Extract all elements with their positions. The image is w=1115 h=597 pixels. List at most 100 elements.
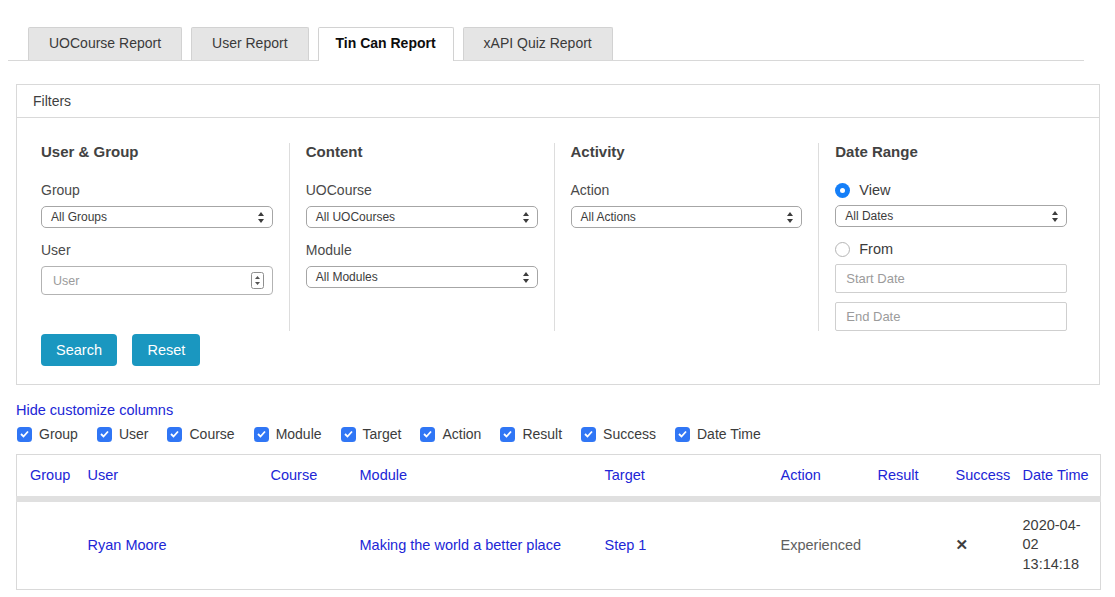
filters-actions: Search Reset (17, 331, 1099, 384)
column-toggle-result[interactable]: Result (500, 426, 562, 442)
filter-section-user-group: User & Group Group All Groups User User (33, 143, 289, 331)
tab-xapi-quiz-report[interactable]: xAPI Quiz Report (463, 27, 613, 60)
checkbox-checked-icon[interactable] (581, 427, 596, 442)
checkbox-checked-icon[interactable] (420, 427, 435, 442)
search-button[interactable]: Search (41, 334, 117, 366)
column-toggle-date-time[interactable]: Date Time (675, 426, 761, 442)
checkbox-checked-icon[interactable] (17, 427, 32, 442)
select-updown-icon (786, 211, 794, 227)
combo-stepper-icon (251, 272, 264, 292)
column-toggle-label: Date Time (697, 426, 761, 442)
start-date-input[interactable]: Start Date (835, 264, 1067, 293)
tab-tin-can-report[interactable]: Tin Can Report (318, 27, 454, 61)
group-select-value: All Groups (51, 210, 107, 224)
column-toggle-label: Target (363, 426, 402, 442)
group-select[interactable]: All Groups (41, 206, 273, 228)
column-toggle-group[interactable]: Group (17, 426, 78, 442)
uocourse-label: UOCourse (306, 182, 538, 199)
columns-toggle-row: Group User Course Module Target Action R… (17, 426, 1115, 442)
cell-module-link[interactable]: Making the world a better place (352, 499, 597, 589)
select-updown-icon (1051, 210, 1059, 226)
column-toggle-module[interactable]: Module (254, 426, 322, 442)
checkbox-checked-icon[interactable] (167, 427, 182, 442)
cell-target-link[interactable]: Step 1 (597, 499, 773, 589)
dates-select[interactable]: All Dates (835, 205, 1067, 227)
user-input[interactable]: User (41, 266, 273, 295)
checkbox-checked-icon[interactable] (500, 427, 515, 442)
checkbox-checked-icon[interactable] (97, 427, 112, 442)
column-toggle-label: Course (189, 426, 234, 442)
action-select[interactable]: All Actions (571, 206, 803, 228)
table-header-row: Group User Course Module Target Action R… (17, 455, 1101, 500)
reset-button[interactable]: Reset (132, 334, 200, 366)
end-date-placeholder: End Date (846, 309, 900, 324)
select-updown-icon (522, 271, 530, 287)
filters-body: User & Group Group All Groups User User … (17, 118, 1099, 331)
user-label: User (41, 242, 273, 259)
column-toggle-label: Group (39, 426, 78, 442)
col-header-date-time[interactable]: Date Time (1015, 455, 1101, 500)
group-label: Group (41, 182, 273, 199)
uocourse-select-value: All UOCourses (316, 210, 395, 224)
tab-user-report[interactable]: User Report (191, 27, 308, 60)
tab-uocourse-report[interactable]: UOCourse Report (28, 27, 182, 60)
checkbox-checked-icon[interactable] (675, 427, 690, 442)
checkbox-checked-icon[interactable] (254, 427, 269, 442)
column-toggle-label: User (119, 426, 149, 442)
filters-panel: Filters User & Group Group All Groups Us… (16, 84, 1100, 385)
end-date-input[interactable]: End Date (835, 302, 1067, 331)
filter-section-date-range: Date Range View All Dates From Start Dat… (818, 143, 1083, 331)
module-select-value: All Modules (316, 270, 378, 284)
cell-group (17, 499, 80, 589)
col-header-result[interactable]: Result (870, 455, 948, 500)
column-toggle-action[interactable]: Action (420, 426, 481, 442)
cell-user-link[interactable]: Ryan Moore (80, 499, 263, 589)
report-tabs: UOCourse Report User Report Tin Can Repo… (8, 27, 1084, 61)
col-header-success[interactable]: Success (948, 455, 1015, 500)
col-header-course[interactable]: Course (263, 455, 352, 500)
hide-customize-columns-link[interactable]: Hide customize columns (16, 403, 173, 418)
action-label: Action (571, 182, 803, 199)
cell-action: Experienced (773, 499, 870, 589)
select-updown-icon (257, 211, 265, 227)
col-header-module[interactable]: Module (352, 455, 597, 500)
column-toggle-course[interactable]: Course (167, 426, 234, 442)
column-toggle-label: Success (603, 426, 656, 442)
module-label: Module (306, 242, 538, 259)
from-radio-label: From (859, 241, 893, 258)
column-toggle-label: Module (276, 426, 322, 442)
cell-date-time: 2020-04-02 13:14:18 (1015, 499, 1101, 589)
section-heading-activity: Activity (571, 143, 803, 160)
cell-success-x-icon: ✕ (948, 499, 1015, 589)
column-toggle-label: Action (442, 426, 481, 442)
cell-result (870, 499, 948, 589)
filters-title: Filters (17, 85, 1099, 118)
module-select[interactable]: All Modules (306, 266, 538, 288)
checkbox-checked-icon[interactable] (341, 427, 356, 442)
report-table: Group User Course Module Target Action R… (16, 454, 1101, 590)
col-header-target[interactable]: Target (597, 455, 773, 500)
section-heading-user-group: User & Group (41, 143, 273, 160)
view-radio[interactable] (835, 183, 850, 198)
section-heading-date-range: Date Range (835, 143, 1067, 160)
from-radio-row: From (835, 241, 1067, 258)
column-toggle-success[interactable]: Success (581, 426, 656, 442)
action-select-value: All Actions (581, 210, 636, 224)
column-toggle-label: Result (522, 426, 562, 442)
column-toggle-user[interactable]: User (97, 426, 149, 442)
view-radio-label: View (859, 182, 890, 199)
view-radio-row: View (835, 182, 1067, 199)
filter-section-activity: Activity Action All Actions (554, 143, 819, 331)
select-updown-icon (522, 211, 530, 227)
filter-section-content: Content UOCourse All UOCourses Module Al… (289, 143, 554, 331)
table-row: Ryan Moore Making the world a better pla… (17, 499, 1101, 589)
col-header-user[interactable]: User (80, 455, 263, 500)
col-header-action[interactable]: Action (773, 455, 870, 500)
from-radio[interactable] (835, 242, 850, 257)
column-toggle-target[interactable]: Target (341, 426, 402, 442)
section-heading-content: Content (306, 143, 538, 160)
start-date-placeholder: Start Date (846, 271, 905, 286)
dates-select-value: All Dates (845, 209, 893, 223)
uocourse-select[interactable]: All UOCourses (306, 206, 538, 228)
col-header-group[interactable]: Group (17, 455, 80, 500)
